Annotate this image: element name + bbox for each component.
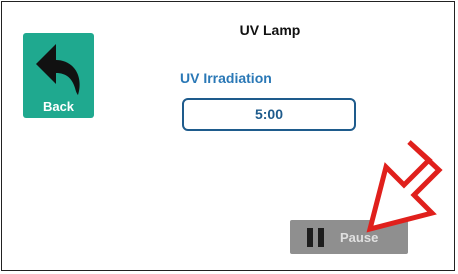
back-button[interactable]: Back (23, 33, 94, 118)
screen-frame: UV Lamp Back UV Irradiation 5:00 Pause (1, 1, 455, 271)
back-arrow-icon (36, 44, 80, 95)
pause-icon (307, 228, 325, 247)
uv-irradiation-label: UV Irradiation (180, 70, 272, 86)
uv-irradiation-time-field[interactable]: 5:00 (182, 98, 356, 131)
back-button-label: Back (42, 99, 75, 114)
red-pointer-arrow-icon (366, 140, 443, 233)
